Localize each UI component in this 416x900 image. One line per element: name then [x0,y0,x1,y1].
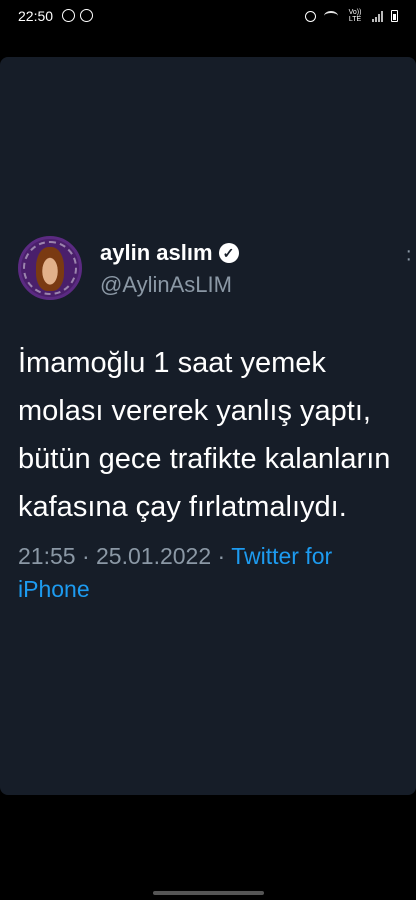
tweet-date: 25.01.2022 [96,543,212,569]
wifi-icon [324,11,338,21]
whatsapp-icon [80,9,93,22]
whatsapp-icon [62,9,75,22]
status-bar: 22:50 Vo)) LTE [0,0,416,36]
verified-icon: ✓ [218,243,239,263]
signal-icon [372,10,383,22]
volte-label: Vo)) LTE [348,9,362,23]
display-name[interactable]: aylin aslım [100,240,213,266]
meta-separator: · [217,543,226,569]
alarm-icon [305,10,316,22]
avatar[interactable] [18,236,82,300]
meta-separator: · [81,543,90,569]
tweet-text: İmamoğlu 1 saat yemek molası vererek yan… [18,347,391,523]
username[interactable]: @AylinAsLIM [100,272,232,298]
status-time: 22:50 [18,8,54,24]
tweet-meta: 21:55 · 25.01.2022 · Twitter for iPhone [18,540,410,606]
home-indicator[interactable] [153,891,264,895]
tweet-time: 21:55 [18,543,76,569]
status-icons: Vo)) LTE [305,6,398,26]
avatar-face [36,247,64,291]
battery-icon [391,10,398,22]
display-name-row[interactable]: aylin aslım ✓ [100,240,239,266]
more-icon[interactable]: · · [405,241,412,269]
